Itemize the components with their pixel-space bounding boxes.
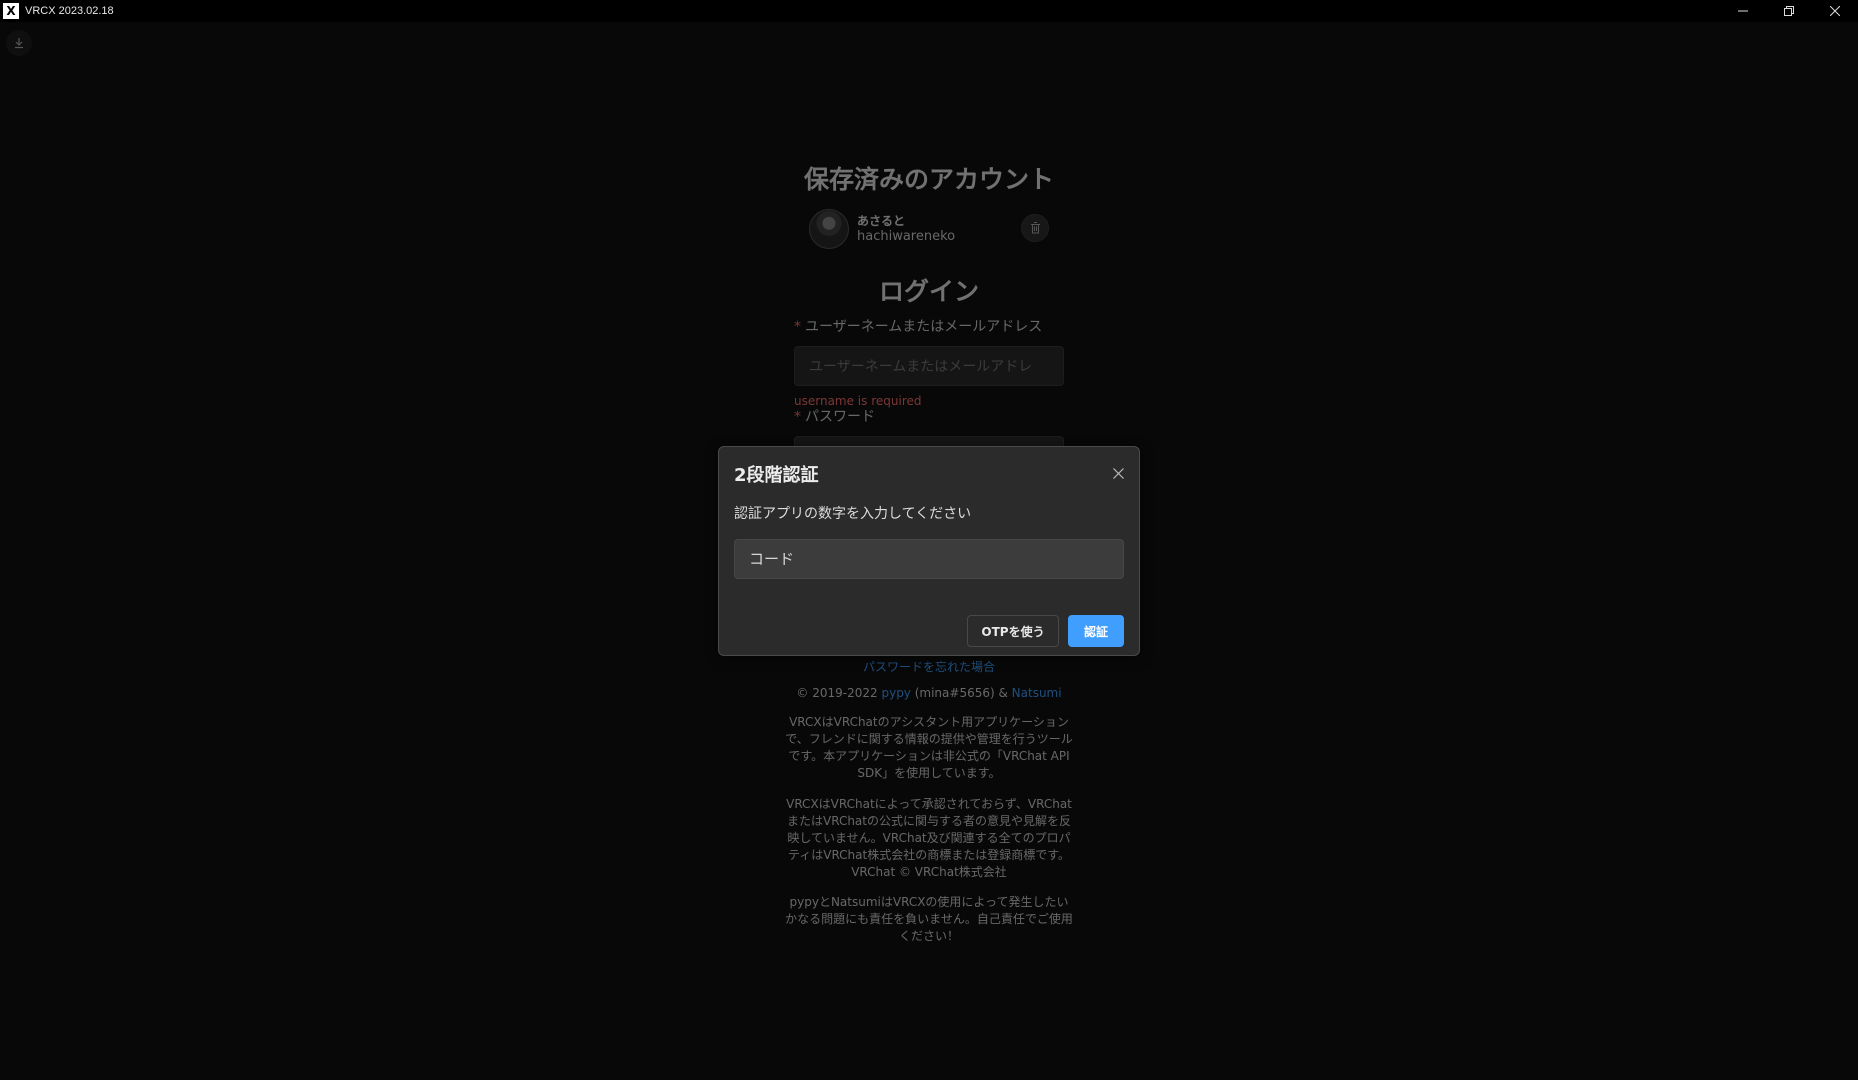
window-titlebar: X VRCX 2023.02.18 — [0, 0, 1858, 22]
restore-icon — [1784, 6, 1794, 16]
restore-button[interactable] — [1766, 0, 1812, 22]
dialog-title: 2段階認証 — [734, 465, 819, 486]
two-factor-dialog: 2段階認証 認証アプリの数字を入力してください OTPを使う 認証 — [718, 446, 1140, 656]
minimize-button[interactable] — [1720, 0, 1766, 22]
dialog-description: 認証アプリの数字を入力してください — [734, 506, 972, 522]
dialog-close-button[interactable] — [1109, 464, 1127, 482]
window-title: VRCX 2023.02.18 — [25, 5, 114, 17]
verify-button[interactable]: 認証 — [1068, 615, 1124, 647]
close-icon — [1112, 467, 1124, 479]
close-window-button[interactable] — [1812, 0, 1858, 22]
use-otp-button[interactable]: OTPを使う — [967, 615, 1059, 647]
minimize-icon — [1738, 10, 1748, 12]
app-logo-icon: X — [3, 3, 19, 19]
code-input[interactable] — [734, 539, 1124, 579]
window-controls — [1720, 0, 1858, 22]
close-icon — [1830, 6, 1840, 16]
